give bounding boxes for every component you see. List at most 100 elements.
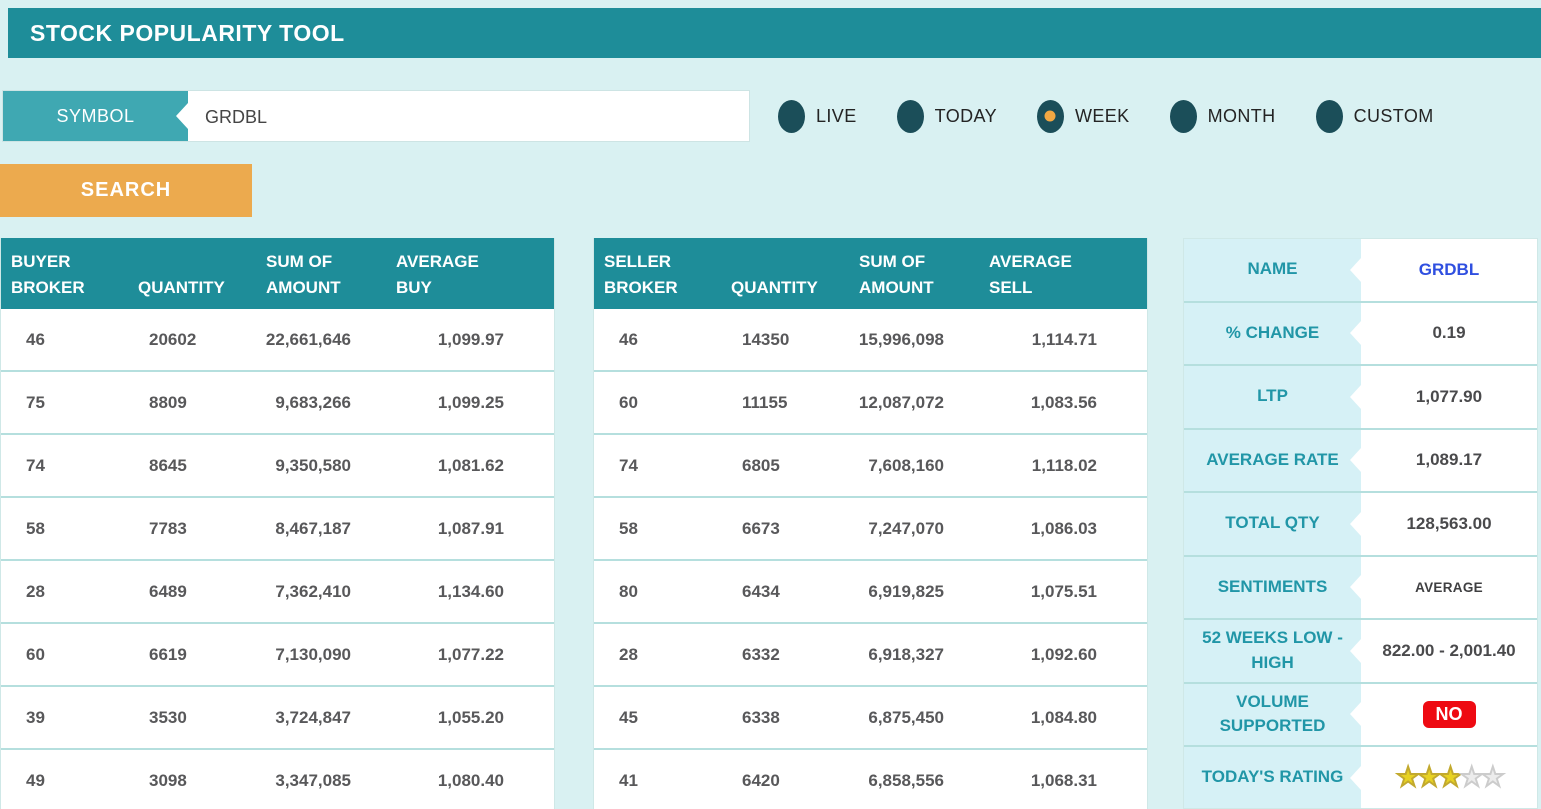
period-label: MONTH bbox=[1208, 106, 1276, 127]
summary-value: AVERAGE bbox=[1361, 557, 1537, 619]
sentiment-value: AVERAGE bbox=[1415, 580, 1483, 595]
quantity-cell: 6332 bbox=[731, 623, 849, 686]
period-option-today[interactable]: TODAY bbox=[897, 100, 997, 133]
quantity-cell: 8809 bbox=[138, 371, 256, 434]
table-row: 60 11155 12,087,072 1,083.56 bbox=[594, 371, 1147, 434]
summary-value: 822.00 - 2,001.40 bbox=[1361, 620, 1537, 682]
average-sell-column-header: AVERAGE SELL bbox=[989, 238, 1147, 309]
quantity-cell: 6489 bbox=[138, 560, 256, 623]
table-row: 46 14350 15,996,098 1,114.71 bbox=[594, 309, 1147, 371]
quantity-cell: 14350 bbox=[731, 309, 849, 371]
radio-icon bbox=[897, 100, 924, 133]
stock-popularity-tool-page: STOCK POPULARITY TOOL SYMBOL LIVE TODAY … bbox=[0, 0, 1541, 809]
broker-cell: 41 bbox=[594, 749, 731, 809]
summary-label: LTP bbox=[1184, 366, 1361, 428]
summary-value: 128,563.00 bbox=[1361, 493, 1537, 555]
average-cell: 1,055.20 bbox=[396, 686, 554, 749]
period-label: LIVE bbox=[816, 106, 857, 127]
summary-row-total-qty: TOTAL QTY 128,563.00 bbox=[1184, 491, 1537, 555]
stock-summary-panel: NAME GRDBL % CHANGE 0.19 LTP 1,077.90 AV… bbox=[1183, 238, 1538, 809]
summary-row-volume-supported: VOLUME SUPPORTED NO bbox=[1184, 682, 1537, 746]
summary-label: VOLUME SUPPORTED bbox=[1184, 684, 1361, 746]
buyer-table-header-row: BUYER BROKER QUANTITY SUM OF AMOUNT AVER… bbox=[1, 238, 554, 309]
table-row: 41 6420 6,858,556 1,068.31 bbox=[594, 749, 1147, 809]
quantity-cell: 3530 bbox=[138, 686, 256, 749]
star-empty-icons: ★★ bbox=[1460, 764, 1502, 791]
table-row: 49 3098 3,347,085 1,080.40 bbox=[1, 749, 554, 809]
sum-cell: 7,362,410 bbox=[256, 560, 396, 623]
seller-broker-table: SELLER BROKER QUANTITY SUM OF AMOUNT AVE… bbox=[593, 238, 1148, 809]
radio-dot-icon bbox=[1045, 111, 1056, 122]
period-option-custom[interactable]: CUSTOM bbox=[1316, 100, 1434, 133]
symbol-input[interactable] bbox=[188, 91, 749, 143]
symbol-label: SYMBOL bbox=[3, 91, 188, 141]
radio-icon bbox=[1037, 100, 1064, 133]
broker-cell: 74 bbox=[1, 434, 138, 497]
star-filled-icons: ★★★ bbox=[1396, 764, 1460, 791]
sum-cell: 6,858,556 bbox=[849, 749, 989, 809]
quantity-cell: 6420 bbox=[731, 749, 849, 809]
period-radio-group: LIVE TODAY WEEK MONTH CUSTOM bbox=[778, 90, 1474, 142]
table-row: 28 6489 7,362,410 1,134.60 bbox=[1, 560, 554, 623]
summary-row-percent-change: % CHANGE 0.19 bbox=[1184, 301, 1537, 365]
summary-label: TOTAL QTY bbox=[1184, 493, 1361, 555]
summary-row-average-rate: AVERAGE RATE 1,089.17 bbox=[1184, 428, 1537, 492]
broker-cell: 60 bbox=[1, 623, 138, 686]
sum-cell: 6,919,825 bbox=[849, 560, 989, 623]
summary-value: 0.19 bbox=[1361, 303, 1537, 365]
period-option-live[interactable]: LIVE bbox=[778, 100, 857, 133]
table-row: 58 6673 7,247,070 1,086.03 bbox=[594, 497, 1147, 560]
summary-label: NAME bbox=[1184, 239, 1361, 301]
radio-icon bbox=[1316, 100, 1343, 133]
average-cell: 1,081.62 bbox=[396, 434, 554, 497]
quantity-column-header: QUANTITY bbox=[731, 238, 849, 309]
table-row: 39 3530 3,724,847 1,055.20 bbox=[1, 686, 554, 749]
average-cell: 1,083.56 bbox=[989, 371, 1147, 434]
period-option-month[interactable]: MONTH bbox=[1170, 100, 1276, 133]
summary-label: % CHANGE bbox=[1184, 303, 1361, 365]
buyer-broker-table: BUYER BROKER QUANTITY SUM OF AMOUNT AVER… bbox=[0, 238, 555, 809]
quantity-cell: 6338 bbox=[731, 686, 849, 749]
period-option-week[interactable]: WEEK bbox=[1037, 100, 1130, 133]
table-row: 75 8809 9,683,266 1,099.25 bbox=[1, 371, 554, 434]
summary-value: NO bbox=[1361, 684, 1537, 746]
broker-cell: 28 bbox=[1, 560, 138, 623]
average-cell: 1,077.22 bbox=[396, 623, 554, 686]
broker-cell: 75 bbox=[1, 371, 138, 434]
sum-cell: 7,247,070 bbox=[849, 497, 989, 560]
period-label: TODAY bbox=[935, 106, 997, 127]
average-cell: 1,092.60 bbox=[989, 623, 1147, 686]
table-row: 46 20602 22,661,646 1,099.97 bbox=[1, 309, 554, 371]
quantity-cell: 20602 bbox=[138, 309, 256, 371]
quantity-cell: 6619 bbox=[138, 623, 256, 686]
broker-cell: 45 bbox=[594, 686, 731, 749]
sum-cell: 7,130,090 bbox=[256, 623, 396, 686]
search-button[interactable]: SEARCH bbox=[0, 164, 252, 217]
broker-cell: 80 bbox=[594, 560, 731, 623]
sum-cell: 9,683,266 bbox=[256, 371, 396, 434]
broker-cell: 49 bbox=[1, 749, 138, 809]
summary-row-ltp: LTP 1,077.90 bbox=[1184, 364, 1537, 428]
sum-cell: 6,918,327 bbox=[849, 623, 989, 686]
broker-cell: 46 bbox=[594, 309, 731, 371]
stock-name-link[interactable]: GRDBL bbox=[1419, 260, 1479, 280]
summary-value: 1,089.17 bbox=[1361, 430, 1537, 492]
table-row: 45 6338 6,875,450 1,084.80 bbox=[594, 686, 1147, 749]
average-cell: 1,087.91 bbox=[396, 497, 554, 560]
quantity-cell: 6434 bbox=[731, 560, 849, 623]
table-row: 58 7783 8,467,187 1,087.91 bbox=[1, 497, 554, 560]
sum-cell: 6,875,450 bbox=[849, 686, 989, 749]
table-row: 60 6619 7,130,090 1,077.22 bbox=[1, 623, 554, 686]
quantity-cell: 6673 bbox=[731, 497, 849, 560]
sum-cell: 3,724,847 bbox=[256, 686, 396, 749]
sum-cell: 8,467,187 bbox=[256, 497, 396, 560]
broker-cell: 74 bbox=[594, 434, 731, 497]
quantity-cell: 7783 bbox=[138, 497, 256, 560]
sum-cell: 3,347,085 bbox=[256, 749, 396, 809]
table-row: 74 6805 7,608,160 1,118.02 bbox=[594, 434, 1147, 497]
average-cell: 1,086.03 bbox=[989, 497, 1147, 560]
average-cell: 1,084.80 bbox=[989, 686, 1147, 749]
broker-cell: 60 bbox=[594, 371, 731, 434]
sum-cell: 12,087,072 bbox=[849, 371, 989, 434]
average-cell: 1,080.40 bbox=[396, 749, 554, 809]
